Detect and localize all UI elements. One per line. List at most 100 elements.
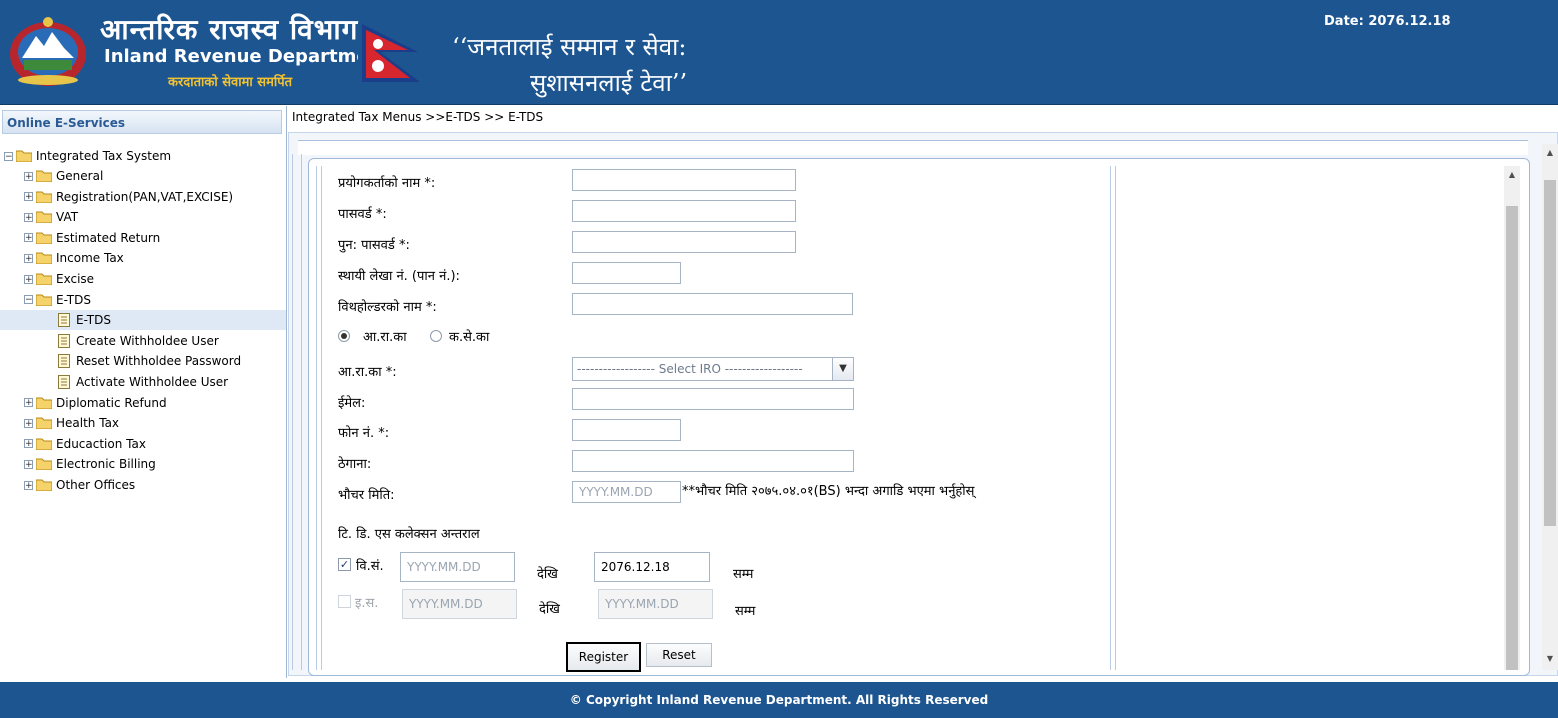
- collection-interval-label: टि. डि. एस कलेक्सन अन्तराल: [338, 527, 480, 542]
- tree-root-integrated-tax[interactable]: − Integrated Tax System: [4, 146, 171, 166]
- ad-from-date-input[interactable]: [402, 589, 517, 619]
- tree-child-etds[interactable]: E-TDS: [0, 310, 286, 331]
- address-input[interactable]: [572, 450, 854, 472]
- tree-child-activate-withholdee-user[interactable]: Activate Withholdee User: [58, 372, 228, 392]
- iro-select[interactable]: ------------------ Select IRO ----------…: [572, 357, 854, 381]
- expand-icon[interactable]: +: [24, 253, 33, 263]
- expand-icon[interactable]: +: [24, 418, 33, 428]
- tree-label: General: [56, 169, 104, 183]
- tree-label: Other Offices: [56, 478, 136, 492]
- tree-label: Income Tax: [56, 251, 124, 266]
- nepal-flag-icon: [358, 22, 428, 84]
- expand-icon[interactable]: +: [24, 274, 33, 284]
- folder-icon: [36, 232, 52, 244]
- address-label: ठेगाना:: [338, 457, 372, 472]
- scroll-up-icon[interactable]: ▲: [1543, 146, 1557, 160]
- voucher-date-note: **भौचर मिति २०७५.०४.०१(BS) भन्दा अगाडि भ…: [682, 484, 975, 499]
- tree-label: E-TDS: [76, 313, 111, 328]
- inner-scrollbar[interactable]: ▲: [1504, 166, 1520, 670]
- withholder-name-input[interactable]: [572, 293, 853, 315]
- tree-label: Educaction Tax: [56, 436, 146, 451]
- folder-icon: [36, 438, 52, 450]
- tree-child-create-withholdee-user[interactable]: Create Withholdee User: [58, 331, 219, 351]
- folder-open-icon: [36, 294, 52, 306]
- tree-item-diplomatic-refund[interactable]: + Diplomatic Refund: [24, 393, 167, 413]
- motto-line-2: सुशासनलाई टेवा’’: [530, 69, 688, 97]
- repassword-input[interactable]: [572, 231, 796, 253]
- tree-label: Estimated Return: [56, 230, 161, 245]
- outer-scrollbar-thumb[interactable]: [1544, 180, 1556, 526]
- collapse-icon[interactable]: −: [24, 295, 33, 305]
- tree-label: Diplomatic Refund: [56, 395, 167, 410]
- document-icon: [58, 375, 70, 389]
- withholder-name-label: विथहोल्डरको नाम *:: [338, 300, 437, 315]
- folder-icon: [36, 273, 52, 285]
- tree-item-excise[interactable]: + Excise: [24, 269, 94, 289]
- tab-strip: [298, 140, 1528, 155]
- radio-iro-label: आ.रा.का: [363, 330, 407, 345]
- expand-icon[interactable]: +: [24, 398, 33, 408]
- folder-icon: [36, 458, 52, 471]
- inner-scrollbar-thumb[interactable]: [1506, 206, 1518, 670]
- tree-item-registration[interactable]: + Registration(PAN,VAT,EXCISE): [24, 187, 233, 207]
- document-icon: [58, 313, 70, 328]
- scroll-up-icon[interactable]: ▲: [1505, 168, 1519, 182]
- ad-checkbox[interactable]: [338, 595, 351, 608]
- phone-label: फोन नं. *:: [338, 426, 390, 441]
- bs-from-date-input[interactable]: [400, 552, 515, 582]
- expand-icon[interactable]: +: [24, 212, 33, 222]
- bs-to-word: सम्म: [733, 567, 754, 582]
- expand-icon[interactable]: +: [24, 233, 33, 243]
- site-header: आन्तरिक राजस्व विभाग Inland Revenue Depa…: [0, 0, 1558, 105]
- expand-icon[interactable]: +: [24, 459, 33, 469]
- radio-tso[interactable]: [430, 330, 442, 342]
- sidebar: Online E-Services − Integrated Tax Syste…: [0, 106, 287, 678]
- reset-button[interactable]: Reset: [646, 643, 712, 667]
- tree-item-etds[interactable]: − E-TDS: [24, 290, 91, 310]
- voucher-date-input[interactable]: [572, 481, 681, 503]
- pan-input[interactable]: [572, 262, 681, 284]
- chevron-down-icon[interactable]: ▼: [832, 358, 853, 380]
- tree-label: Electronic Billing: [56, 457, 156, 472]
- tree-item-income-tax[interactable]: + Income Tax: [24, 248, 124, 268]
- folder-open-icon: [16, 150, 32, 162]
- phone-input[interactable]: [572, 419, 681, 441]
- register-button[interactable]: Register: [566, 642, 641, 672]
- expand-icon[interactable]: +: [24, 192, 33, 202]
- expand-icon[interactable]: +: [24, 171, 33, 181]
- email-input[interactable]: [572, 388, 854, 410]
- collapse-icon[interactable]: −: [4, 151, 13, 161]
- tree-label: Excise: [56, 272, 95, 286]
- expand-icon[interactable]: +: [24, 439, 33, 449]
- current-date: Date: 2076.12.18: [1324, 14, 1451, 29]
- tree-item-general[interactable]: + General: [24, 166, 103, 186]
- document-icon: [58, 333, 70, 348]
- bs-to-date-input[interactable]: [594, 552, 710, 582]
- tree-item-health-tax[interactable]: + Health Tax: [24, 413, 119, 433]
- tree-item-vat[interactable]: + VAT: [24, 207, 78, 227]
- iro-select-value: ------------------ Select IRO ----------…: [577, 362, 803, 376]
- tree-item-electronic-billing[interactable]: + Electronic Billing: [24, 454, 156, 474]
- motto-line-1: ‘‘जनतालाई सम्मान र सेवा:: [452, 33, 687, 61]
- tree-item-estimated-return[interactable]: + Estimated Return: [24, 228, 160, 248]
- scroll-down-icon[interactable]: ▼: [1543, 652, 1557, 666]
- password-input[interactable]: [572, 200, 796, 222]
- username-input[interactable]: [572, 169, 796, 191]
- folder-icon: [36, 191, 52, 203]
- ad-label: इ.स.: [355, 596, 379, 611]
- password-label: पासवर्ड *:: [338, 207, 387, 222]
- tree-item-education-tax[interactable]: + Educaction Tax: [24, 434, 146, 454]
- bs-checkbox[interactable]: ✓: [338, 558, 351, 571]
- folder-icon: [36, 397, 52, 409]
- outer-scrollbar[interactable]: ▲ ▼: [1542, 144, 1558, 670]
- tree-child-reset-withholdee-password[interactable]: Reset Withholdee Password: [58, 351, 241, 371]
- radio-iro[interactable]: [338, 330, 350, 342]
- tree-item-other-offices[interactable]: + Other Offices: [24, 475, 135, 495]
- tree-label: Reset Withholdee Password: [76, 354, 242, 369]
- nepal-emblem-logo: [10, 17, 86, 86]
- tree-label: Integrated Tax System: [36, 149, 172, 163]
- repassword-label: पुन: पासवर्ड *:: [338, 238, 410, 253]
- ad-to-date-input[interactable]: [598, 589, 713, 619]
- folder-icon: [36, 211, 52, 224]
- expand-icon[interactable]: +: [24, 480, 33, 490]
